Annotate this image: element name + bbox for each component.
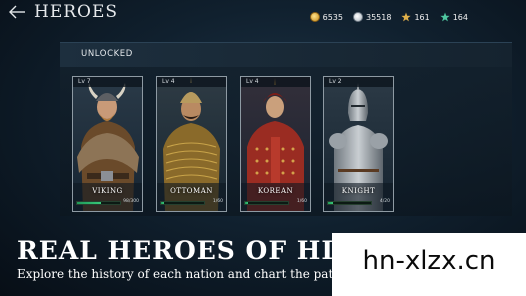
- gold-star-counter: 161: [401, 12, 430, 22]
- promo-headline: REAL HEROES OF HIST: [17, 236, 373, 265]
- gold-coin-icon: [309, 12, 320, 22]
- page-title: HEROES: [34, 2, 119, 22]
- watermark-box: hn-xlzx.cn: [332, 233, 526, 296]
- green-star-icon: [440, 12, 450, 22]
- hero-progress-bar: [244, 201, 289, 205]
- gold-star-value: 161: [414, 12, 430, 22]
- silver-value: 35518: [365, 12, 392, 22]
- hero-name: VIKING: [92, 187, 123, 195]
- panel-title: UNLOCKED: [81, 49, 133, 59]
- promo-subline: Explore the history of each nation and c…: [17, 267, 353, 281]
- green-star-value: 164: [452, 12, 468, 22]
- silver-coin-icon: [352, 12, 363, 22]
- hero-progress-bar: [327, 201, 372, 205]
- watermark-text: hn-xlzx.cn: [362, 246, 496, 276]
- hero-xp: 98/300: [123, 199, 139, 204]
- hero-xp: 1/60: [212, 199, 223, 204]
- top-bar: HEROES 6535 35518 161 164: [0, 0, 526, 26]
- hero-progress-fill: [328, 202, 334, 204]
- silver-counter: 35518: [352, 12, 392, 22]
- hero-name: KNIGHT: [341, 187, 376, 195]
- hero-progress-bar: [76, 201, 121, 205]
- hero-card-knight[interactable]: Lv 2 KNIGHT 4/20: [323, 76, 394, 212]
- green-star-counter: 164: [440, 12, 468, 22]
- hero-level: Lv 2: [324, 77, 393, 87]
- hero-xp: 1/60: [296, 199, 307, 204]
- gold-value: 6535: [322, 12, 343, 22]
- hero-card-viking[interactable]: Lv 7 VIKING 98/300: [72, 76, 143, 212]
- gold-counter: 6535: [309, 12, 343, 22]
- hero-progress-fill: [245, 202, 249, 204]
- hero-card-ottoman[interactable]: Lv 4 OTTOMAN 1/60: [156, 76, 227, 212]
- hero-level: Lv 4: [157, 77, 226, 87]
- panel-header: UNLOCKED: [60, 43, 512, 67]
- hero-name: OTTOMAN: [170, 187, 213, 195]
- hero-progress-fill: [161, 202, 165, 204]
- resource-bar: 6535 35518 161 164: [309, 12, 468, 22]
- hero-xp: 4/20: [379, 199, 390, 204]
- hero-level: Lv 4: [241, 77, 310, 87]
- hero-level: Lv 7: [73, 77, 142, 87]
- back-arrow-icon[interactable]: [8, 5, 26, 19]
- gold-star-icon: [401, 12, 412, 22]
- hero-progress-fill: [77, 202, 102, 204]
- hero-card-korean[interactable]: Lv 4 KOREAN 1/60: [240, 76, 311, 212]
- hero-progress-bar: [160, 201, 205, 205]
- hero-name: KOREAN: [257, 187, 294, 195]
